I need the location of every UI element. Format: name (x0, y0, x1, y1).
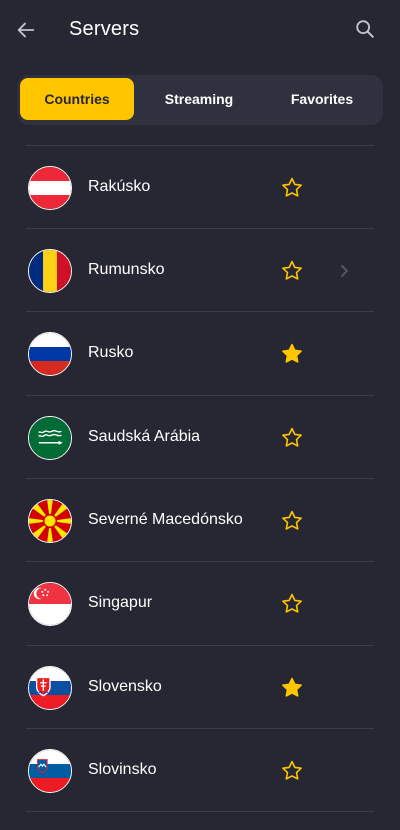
north-macedonia-flag-icon (28, 499, 72, 543)
russia-flag-icon (28, 332, 72, 376)
star-outline-icon[interactable] (280, 592, 304, 616)
tab-streaming[interactable]: Streaming (137, 78, 261, 120)
romania-flag-icon (28, 249, 72, 293)
header: Servers (0, 0, 400, 60)
country-name: Rakúsko (88, 178, 151, 195)
tab-countries[interactable]: Countries (20, 78, 134, 120)
country-row-slovakia[interactable]: Slovensko (0, 646, 400, 729)
search-icon (356, 20, 374, 38)
country-name: Saudská Arábia (88, 428, 201, 445)
star-outline-icon[interactable] (280, 509, 304, 533)
singapore-flag-icon (28, 582, 72, 626)
search-button[interactable] (352, 16, 378, 42)
slovakia-flag-icon (28, 666, 72, 710)
arrow-left-icon (17, 22, 35, 38)
country-name: Rumunsko (88, 261, 165, 278)
page-title: Servers (69, 18, 140, 40)
servers-screen: Servers Countries Streaming Favorites Ra… (0, 0, 400, 830)
country-row-austria[interactable]: Rakúsko (0, 146, 400, 229)
saudi-arabia-flag-icon (28, 416, 72, 460)
country-row-north-macedonia[interactable]: Severné Macedónsko (0, 479, 400, 562)
star-outline-icon[interactable] (280, 259, 304, 283)
star-filled-icon[interactable] (280, 676, 304, 700)
country-name: Slovinsko (88, 761, 157, 778)
country-row-singapore[interactable]: Singapur (0, 562, 400, 645)
back-button[interactable] (12, 16, 40, 44)
country-row-slovenia[interactable]: Slovinsko (0, 729, 400, 812)
country-row-russia[interactable]: Rusko (0, 312, 400, 395)
country-name: Singapur (88, 594, 153, 611)
star-outline-icon[interactable] (280, 759, 304, 783)
country-name: Rusko (88, 344, 134, 361)
country-name: Slovensko (88, 678, 162, 695)
star-outline-icon[interactable] (280, 426, 304, 450)
star-filled-icon[interactable] (280, 342, 304, 366)
tab-favorites[interactable]: Favorites (261, 78, 383, 120)
star-outline-icon[interactable] (280, 176, 304, 200)
austria-flag-icon (28, 166, 72, 210)
chevron-right-icon[interactable] (338, 263, 352, 279)
country-name: Severné Macedónsko (88, 511, 243, 528)
slovenia-flag-icon (28, 749, 72, 793)
country-row-romania[interactable]: Rumunsko (0, 229, 400, 312)
country-row-saudi-arabia[interactable]: Saudská Arábia (0, 396, 400, 479)
tab-bar: Countries Streaming Favorites (17, 75, 383, 125)
divider (26, 811, 374, 812)
